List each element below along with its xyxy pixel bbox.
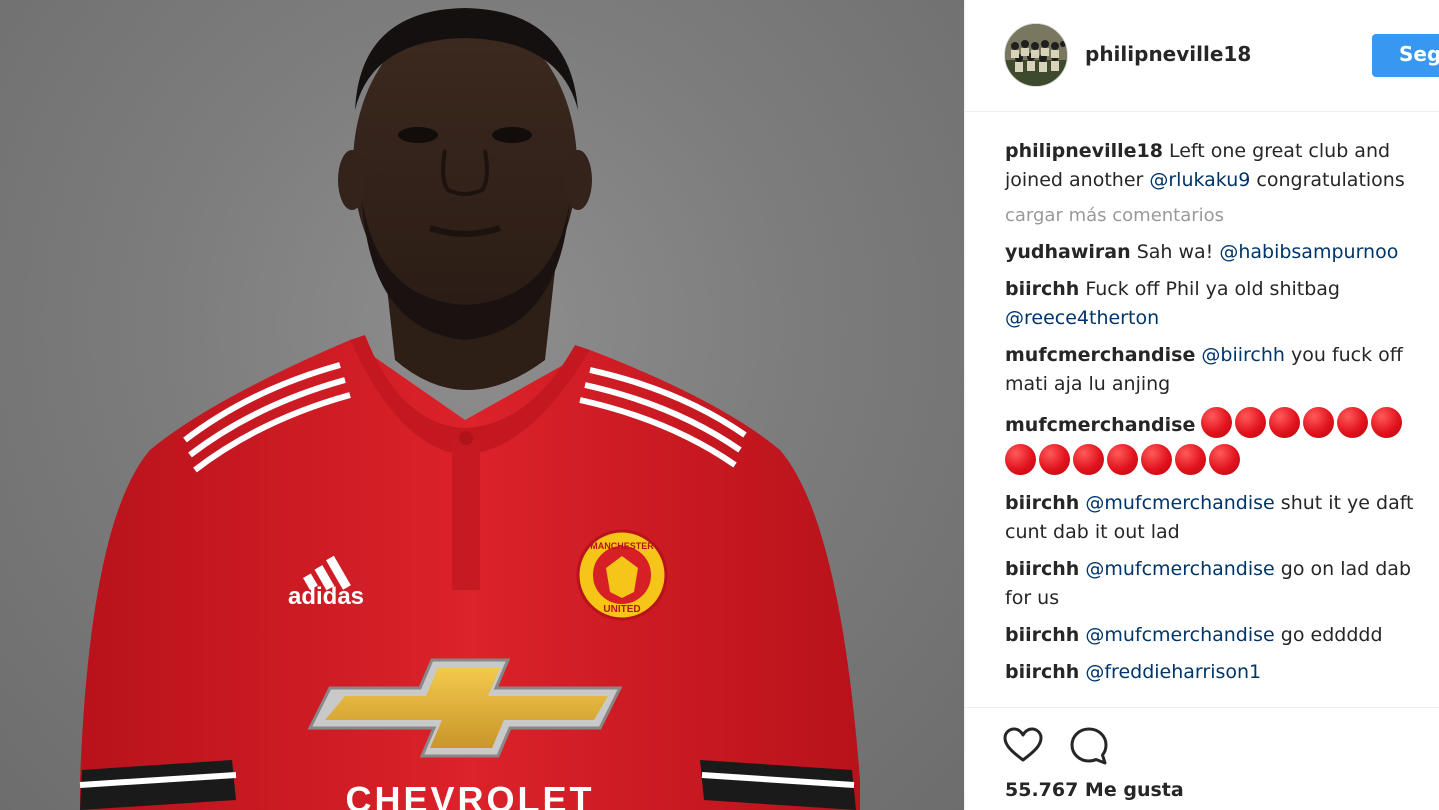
comment-mention[interactable]: @mufcmerchandise xyxy=(1085,624,1274,646)
comments-list: philipneville18 Left one great club and … xyxy=(1005,137,1435,695)
comment-mention[interactable]: @mufcmerchandise xyxy=(1085,492,1274,514)
comment-item: biirchh Fuck off Phil ya old shitbag @re… xyxy=(1005,275,1435,333)
red-circle-emoji xyxy=(1337,407,1369,438)
post-photo: adidas MANCHESTER UNITED CHEVROLET xyxy=(0,0,964,810)
crest-bottom-text: UNITED xyxy=(603,604,640,615)
comment-item: yudhawiran Sah wa! @habibsampurnoo xyxy=(1005,238,1435,267)
club-crest: MANCHESTER UNITED xyxy=(576,529,668,621)
heart-icon[interactable] xyxy=(1003,727,1043,763)
comment-text: Sah wa! xyxy=(1136,241,1220,263)
red-circle-emoji xyxy=(1209,444,1240,475)
comment-mention[interactable]: @mufcmerchandise xyxy=(1085,558,1274,580)
caption-mention[interactable]: @rlukaku9 xyxy=(1149,169,1250,191)
red-circle-emoji xyxy=(1269,407,1301,438)
comment-username[interactable]: mufcmerchandise xyxy=(1005,414,1195,436)
red-circle-emoji xyxy=(1107,444,1138,475)
follow-button[interactable]: Seguir xyxy=(1372,34,1439,77)
sponsor-text: CHEVROLET xyxy=(345,779,594,810)
speech-bubble-icon[interactable] xyxy=(1069,726,1109,766)
post-author-username[interactable]: philipneville18 xyxy=(1085,42,1251,66)
comment-username[interactable]: biirchh xyxy=(1005,624,1079,646)
comment-item: mufcmerchandise @biirchh you fuck off ma… xyxy=(1005,341,1435,399)
comment-username[interactable]: mufcmerchandise xyxy=(1005,344,1195,366)
comment-username[interactable]: biirchh xyxy=(1005,278,1079,300)
comment-text: go eddddd xyxy=(1274,624,1383,646)
load-more-comments-link[interactable]: cargar más comentarios xyxy=(1005,201,1435,230)
comment-item: biirchh @mufcmerchandise go eddddd xyxy=(1005,621,1435,650)
comment-mention[interactable]: @freddieharrison1 xyxy=(1085,661,1261,683)
red-circle-emoji xyxy=(1303,407,1335,438)
red-circle-emoji xyxy=(1073,444,1104,475)
comment-mention[interactable]: @biirchh xyxy=(1201,344,1285,366)
comment-item: mufcmerchandise xyxy=(1005,407,1435,481)
comment-username[interactable]: yudhawiran xyxy=(1005,241,1131,263)
caption-username[interactable]: philipneville18 xyxy=(1005,140,1163,162)
red-circle-emoji xyxy=(1005,444,1036,475)
comment-username[interactable]: biirchh xyxy=(1005,661,1079,683)
comment-mention[interactable]: @habibsampurnoo xyxy=(1219,241,1398,263)
comment-item: biirchh @mufcmerchandise go on lad dab f… xyxy=(1005,555,1435,613)
comment-username[interactable]: biirchh xyxy=(1005,492,1079,514)
red-circle-emoji xyxy=(1371,407,1403,438)
red-circle-emoji xyxy=(1235,407,1267,438)
red-circle-emoji xyxy=(1201,407,1233,438)
caption: philipneville18 Left one great club and … xyxy=(1005,137,1435,195)
post-header: philipneville18 Seguir xyxy=(965,0,1439,112)
likes-count[interactable]: 55.767 Me gusta xyxy=(1005,779,1184,801)
red-circle-emoji xyxy=(1141,444,1172,475)
red-circle-emoji xyxy=(1175,444,1206,475)
post-side-panel: philipneville18 Seguir philipneville18 L… xyxy=(964,0,1439,810)
adidas-text: adidas xyxy=(288,583,364,610)
avatar-team-photo-icon xyxy=(1005,24,1067,86)
avatar[interactable] xyxy=(1004,23,1068,87)
post-actions: 55.767 Me gusta xyxy=(965,707,1439,810)
comment-text: Fuck off Phil ya old shitbag xyxy=(1085,278,1340,300)
comment-item: biirchh @mufcmerchandise shut it ye daft… xyxy=(1005,489,1435,547)
comment-mention[interactable]: @reece4therton xyxy=(1005,307,1159,329)
comment-item: biirchh @freddieharrison1 xyxy=(1005,658,1435,687)
player-illustration: adidas MANCHESTER UNITED CHEVROLET xyxy=(79,8,860,810)
red-circle-emoji xyxy=(1039,444,1070,475)
caption-tail: congratulations xyxy=(1250,169,1405,191)
comment-username[interactable]: biirchh xyxy=(1005,558,1079,580)
crest-top-text: MANCHESTER xyxy=(590,541,654,551)
